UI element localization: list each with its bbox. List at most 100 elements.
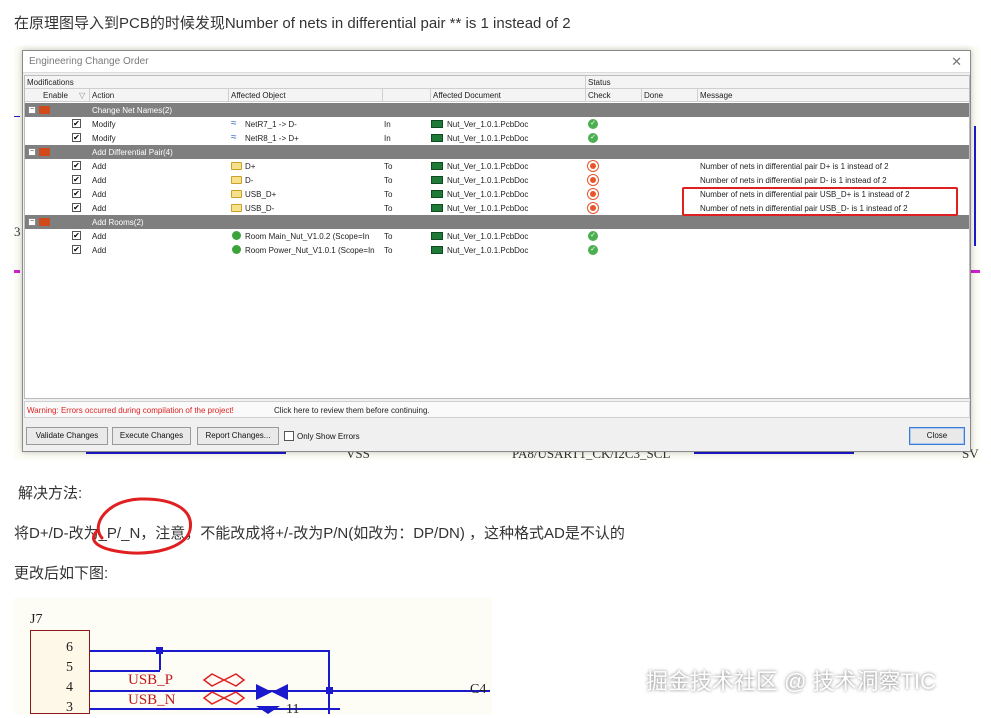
change-row[interactable]: ✔ Add D- To Nut_Ver_1.0.1.PcbDoc Number … [25,173,969,187]
after-heading: 更改后如下图: [14,565,109,582]
collapse-icon[interactable]: − [28,218,36,226]
relation-text: To [384,246,393,255]
connector-body [30,630,90,714]
action-text: Add [92,204,107,213]
grid-column-header: Enable ▽ Action Affected Object Affected… [25,89,969,102]
component-label: 11 [286,702,300,717]
action-text: Add [92,162,107,171]
wire-segment [328,650,330,714]
relation-text: In [384,120,391,129]
relation-text: To [384,190,393,199]
magenta-marker [14,270,20,273]
net-label-usb-n: USB_N [128,692,176,708]
col-affected-document[interactable]: Affected Document [433,91,501,100]
change-row[interactable]: ✔ Add Room Main_Nut_V1.0.2 (Scope=In To … [25,229,969,243]
col-enable[interactable]: Enable [43,91,68,100]
enable-checkbox[interactable]: ✔ [72,231,81,240]
validate-changes-button[interactable]: Validate Changes [26,427,108,445]
execute-changes-button[interactable]: Execute Changes [112,427,191,445]
junction-dot [326,687,333,694]
pcb-doc-icon [431,162,443,170]
affected-document: Nut_Ver_1.0.1.PcbDoc [447,176,529,185]
message-text: Number of nets in differential pair D- i… [700,176,887,185]
schematic-after-fix: J7 6 5 4 3 USB_P USB_N 11 C4 [14,598,492,717]
col-check[interactable]: Check [588,91,611,100]
net-icon: ≈ [231,132,237,143]
report-changes-button[interactable]: Report Changes... [197,427,279,445]
junction-dot [156,647,163,654]
affected-object: Room Power_Nut_V1.0.1 (Scope=In [245,246,375,255]
change-row[interactable]: ✔ Add Room Power_Nut_V1.0.1 (Scope=In To… [25,243,969,257]
article-intro: 在原理图导入到PCB的时候发现Number of nets in differe… [14,15,571,32]
enable-checkbox[interactable]: ✔ [72,245,81,254]
close-button[interactable]: Close [909,427,965,445]
pin-number: 4 [66,680,73,695]
enable-checkbox[interactable]: ✔ [72,175,81,184]
folder-icon [231,204,242,212]
action-text: Add [92,246,107,255]
status-header: Status [588,78,611,87]
solution-heading: 解决方法: [18,485,83,502]
collapse-icon[interactable]: − [28,148,36,156]
relation-text: To [384,232,393,241]
check-error-icon [588,203,598,213]
affected-document: Nut_Ver_1.0.1.PcbDoc [447,232,529,241]
filter-icon[interactable]: ▽ [79,91,85,100]
annotation-highlight-box [682,187,958,216]
check-ok-icon: ✓ [588,245,598,255]
check-ok-icon: ✓ [588,231,598,241]
relation-text: To [384,176,393,185]
warning-bar[interactable]: Warning: Errors occurred during compilat… [24,401,970,418]
review-errors-link[interactable]: Click here to review them before continu… [274,406,430,415]
action-text: Add [92,176,107,185]
net-label-usb-p: USB_P [128,672,174,688]
check-error-icon [588,161,598,171]
check-ok-icon: ✓ [588,133,598,143]
magenta-marker [971,270,980,273]
group-label: Add Rooms(2) [92,218,144,227]
net-icon: ≈ [231,118,237,129]
wire-segment [694,452,854,454]
enable-checkbox[interactable]: ✔ [72,133,81,142]
affected-object: D- [245,176,254,185]
enable-checkbox[interactable]: ✔ [72,203,81,212]
action-text: Modify [92,120,116,129]
folder-icon [231,190,242,198]
schematic-label: 3 [14,224,21,239]
action-text: Add [92,190,107,199]
only-show-errors-label[interactable]: Only Show Errors [297,432,360,441]
group-row[interactable]: − Change Net Names(2) [25,103,969,117]
change-row[interactable]: ✔ Modify ≈ NetR8_1 -> D+ In Nut_Ver_1.0.… [25,131,969,145]
pcb-doc-icon [431,120,443,128]
check-error-icon [588,175,598,185]
pcb-doc-icon [431,232,443,240]
only-show-errors-checkbox[interactable] [284,431,294,441]
collapse-icon[interactable]: − [28,106,36,114]
affected-document: Nut_Ver_1.0.1.PcbDoc [447,246,529,255]
relation-text: To [384,204,393,213]
pcb-doc-icon [431,204,443,212]
action-text: Add [92,232,107,241]
relation-text: To [384,162,393,171]
group-row[interactable]: − Add Rooms(2) [25,215,969,229]
close-icon[interactable]: ✕ [951,54,962,70]
col-action[interactable]: Action [92,91,114,100]
folder-icon [231,162,242,170]
group-row[interactable]: − Add Differential Pair(4) [25,145,969,159]
col-done[interactable]: Done [644,91,663,100]
folder-icon [39,148,50,156]
pcb-doc-icon [431,190,443,198]
room-icon [232,231,241,240]
enable-checkbox[interactable]: ✔ [72,189,81,198]
affected-document: Nut_Ver_1.0.1.PcbDoc [447,204,529,213]
change-row[interactable]: ✔ Modify ≈ NetR7_1 -> D- In Nut_Ver_1.0.… [25,117,969,131]
diff-pair-directive-icon [202,673,246,705]
col-message[interactable]: Message [700,91,732,100]
pcb-doc-icon [431,134,443,142]
change-row[interactable]: ✔ Add D+ To Nut_Ver_1.0.1.PcbDoc Number … [25,159,969,173]
watermark-text: 掘金技术社区 @ 技术洞察TIC [646,669,936,694]
dialog-title: Engineering Change Order [29,56,149,67]
col-affected-object[interactable]: Affected Object [231,91,286,100]
enable-checkbox[interactable]: ✔ [72,161,81,170]
enable-checkbox[interactable]: ✔ [72,119,81,128]
